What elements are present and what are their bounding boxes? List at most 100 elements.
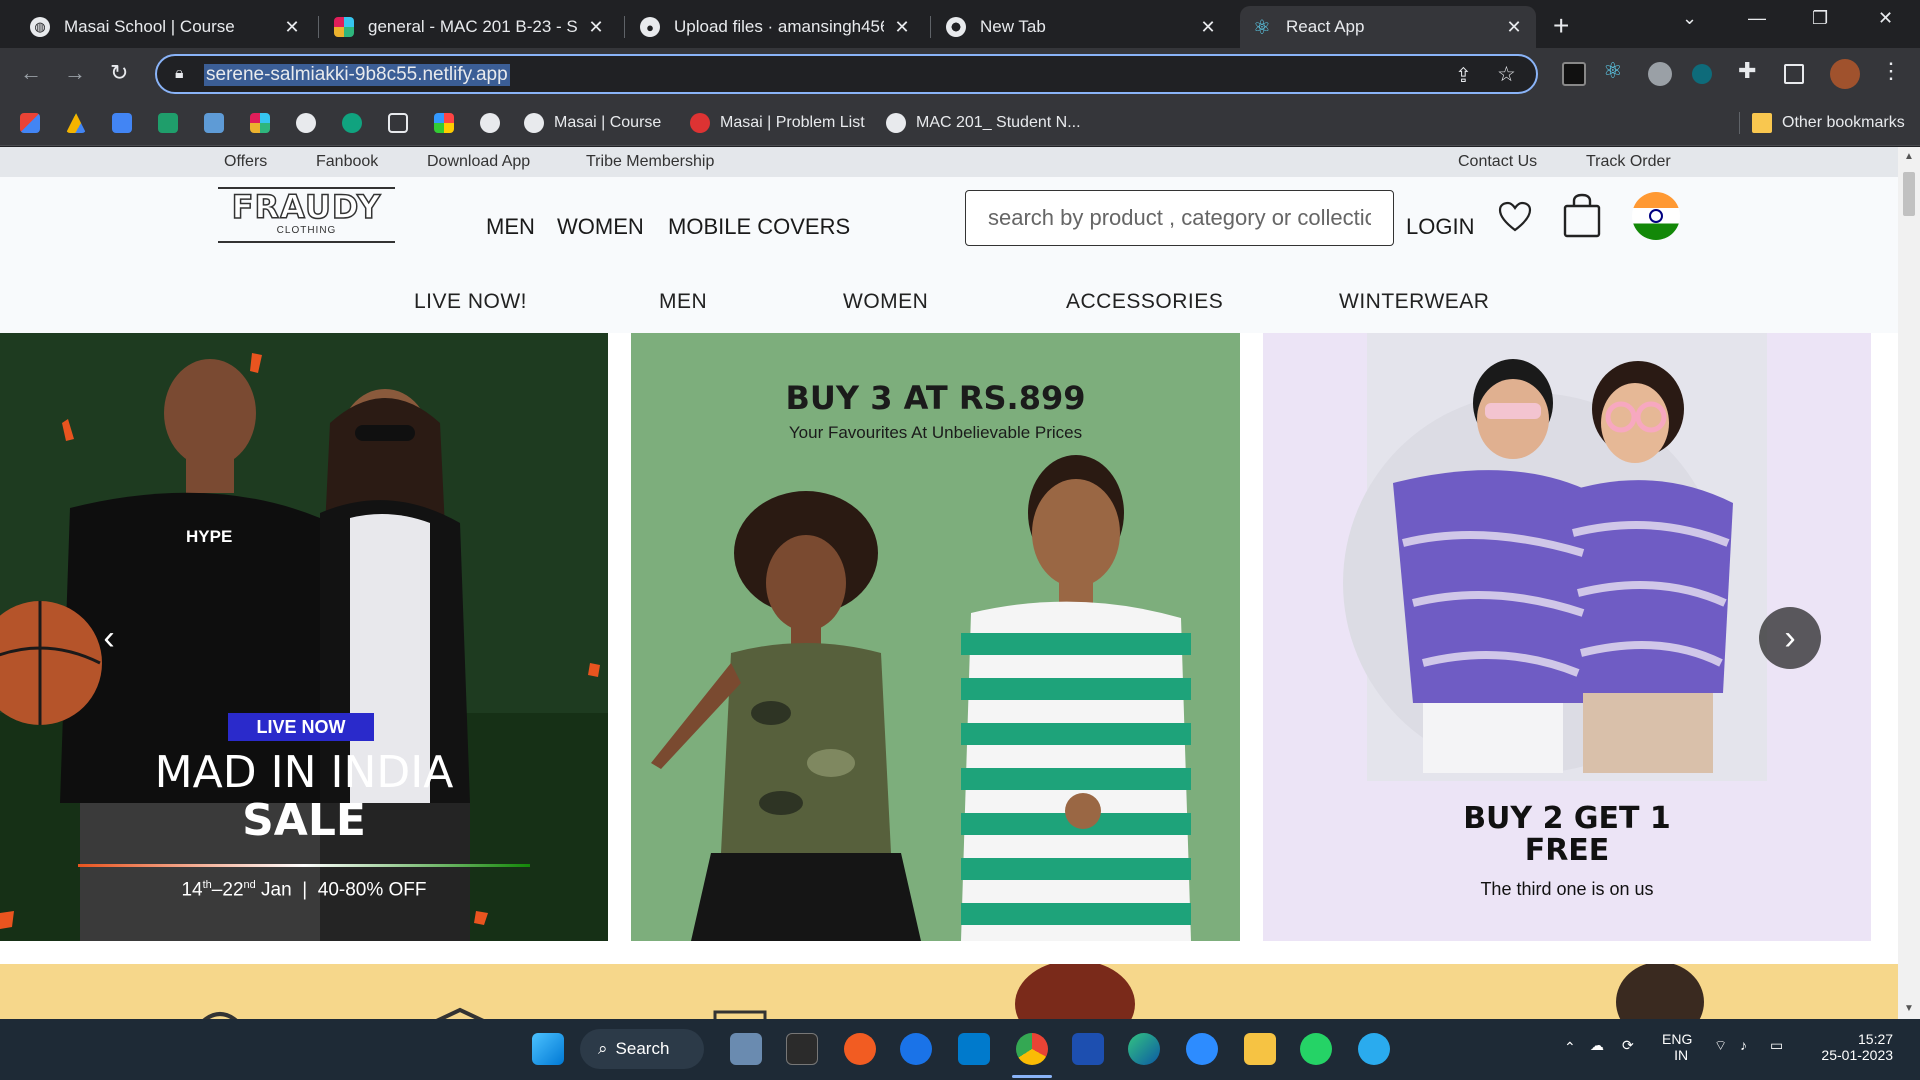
extension-icon[interactable]	[1692, 64, 1712, 84]
bookmark-masai-problem-list[interactable]: Masai | Problem List	[690, 111, 865, 135]
whatsapp-icon[interactable]	[1300, 1033, 1332, 1065]
postman-icon[interactable]	[844, 1033, 876, 1065]
category-women[interactable]: WOMEN	[843, 290, 928, 314]
offers-link[interactable]: Offers	[224, 153, 267, 171]
vscode-icon[interactable]	[958, 1033, 990, 1065]
chatgpt-icon[interactable]	[342, 113, 362, 133]
tab-new-tab[interactable]: New Tab ✕	[934, 6, 1230, 48]
m-app-icon[interactable]	[480, 113, 500, 133]
login-link[interactable]: LOGIN	[1406, 214, 1474, 240]
volume-icon[interactable]: ♪	[1740, 1037, 1747, 1053]
extension-picker-icon[interactable]	[1562, 62, 1586, 86]
header-nav-mobile-covers[interactable]: MOBILE COVERS	[668, 214, 850, 240]
tribe-membership-link[interactable]: Tribe Membership	[586, 153, 714, 171]
other-bookmarks[interactable]: Other bookmarks	[1752, 111, 1905, 135]
heart-icon[interactable]	[1498, 201, 1532, 233]
close-icon[interactable]: ✕	[892, 17, 912, 38]
category-live-now[interactable]: LIVE NOW!	[414, 290, 527, 314]
fanbook-link[interactable]: Fanbook	[316, 153, 378, 171]
sheets-icon[interactable]	[158, 113, 178, 133]
windows-start-icon[interactable]	[532, 1033, 564, 1065]
scrollbar-thumb[interactable]	[1903, 172, 1915, 216]
back-icon[interactable]: ←	[20, 60, 42, 86]
telegram-icon[interactable]	[1358, 1033, 1390, 1065]
window-close-icon[interactable]: ✕	[1878, 8, 1893, 29]
react-devtools-icon[interactable]: ⚛	[1603, 58, 1627, 83]
close-icon[interactable]: ✕	[586, 17, 606, 38]
contact-us-link[interactable]: Contact Us	[1458, 153, 1537, 171]
edge-icon[interactable]	[1128, 1033, 1160, 1065]
folder-icon[interactable]	[1244, 1033, 1276, 1065]
language-indicator[interactable]: ENG IN	[1662, 1031, 1692, 1063]
chrome-icon[interactable]	[1016, 1033, 1048, 1065]
track-order-link[interactable]: Track Order	[1586, 153, 1671, 171]
tab-react-app[interactable]: ⚛ React App ✕	[1240, 6, 1536, 48]
tab-github[interactable]: ● Upload files · amansingh456/sl ✕	[628, 6, 924, 48]
reload-icon[interactable]: ↻	[110, 60, 128, 86]
download-app-link[interactable]: Download App	[427, 153, 530, 171]
maps-icon[interactable]	[900, 1033, 932, 1065]
bookmark-app-icon[interactable]	[204, 113, 224, 133]
sync-icon[interactable]: ⟳	[1622, 1037, 1634, 1054]
category-men[interactable]: MEN	[659, 290, 707, 314]
zoom-icon[interactable]	[1186, 1033, 1218, 1065]
restore-icon[interactable]: ❐	[1812, 8, 1828, 29]
india-flag-icon[interactable]	[1632, 192, 1680, 240]
translate-icon[interactable]	[112, 113, 132, 133]
banner-buy-2-get-1[interactable]: BUY 2 GET 1 FREE The third one is on us …	[1263, 333, 1871, 941]
forward-icon[interactable]: →	[64, 60, 86, 86]
close-icon[interactable]: ✕	[1504, 17, 1524, 38]
url-text[interactable]: serene-salmiakki-9b8c55.netlify.app	[204, 64, 510, 86]
side-panel-icon[interactable]	[1784, 64, 1804, 84]
header-nav-women[interactable]: WOMEN	[557, 214, 644, 240]
page-scrollbar[interactable]: ▲ ▼	[1898, 147, 1920, 1019]
carousel-prev-button[interactable]: ‹	[78, 607, 140, 669]
tab-search-icon[interactable]: ⌄	[1682, 8, 1697, 29]
minimize-icon[interactable]: —	[1748, 8, 1766, 29]
tab-strip: ◍ Masai School | Course ✕ general - MAC …	[0, 0, 1920, 48]
battery-icon[interactable]: ▭	[1770, 1037, 1783, 1054]
slack-icon[interactable]	[250, 113, 270, 133]
tray-overflow-icon[interactable]: ⌃	[1564, 1039, 1576, 1056]
close-icon[interactable]: ✕	[282, 17, 302, 38]
new-tab-button[interactable]: +	[1553, 10, 1569, 42]
clock[interactable]: 15:27 25-01-2023	[1820, 1031, 1893, 1063]
header-nav-men[interactable]: MEN	[486, 214, 535, 240]
site-logo[interactable]: FRAUDY CLOTHING	[218, 187, 395, 243]
banner-mad-in-india[interactable]: HYPE LIVE NOW MAD IN INDIA SALE 14th–22n…	[0, 333, 608, 941]
site-header: FRAUDY CLOTHING MEN WOMEN MOBILE COVERS …	[0, 177, 1898, 273]
category-accessories[interactable]: ACCESSORIES	[1066, 290, 1223, 314]
github-icon[interactable]	[296, 113, 316, 133]
teams-icon[interactable]	[1072, 1033, 1104, 1065]
carousel-next-button[interactable]: ›	[1759, 607, 1821, 669]
star-icon[interactable]: ☆	[1497, 62, 1516, 87]
scroll-up-icon[interactable]: ▲	[1904, 151, 1914, 162]
wifi-icon[interactable]: ⌔	[1714, 1037, 1727, 1055]
banner-buy-3[interactable]: BUY 3 AT RS.899 Your Favourites At Unbel…	[631, 333, 1240, 941]
scroll-down-icon[interactable]: ▼	[1904, 1003, 1914, 1014]
lock-icon[interactable]: 🔒︎	[175, 65, 184, 83]
close-icon[interactable]: ✕	[1198, 17, 1218, 38]
tab-slack[interactable]: general - MAC 201 B-23 - Slack ✕	[322, 6, 618, 48]
menu-icon[interactable]: ⋮	[1880, 58, 1904, 83]
tab-masai-course[interactable]: ◍ Masai School | Course ✕	[18, 6, 314, 48]
share-icon[interactable]: ⇪	[1455, 63, 1472, 88]
onedrive-icon[interactable]: ☁	[1590, 1037, 1604, 1054]
search-input[interactable]	[965, 190, 1394, 246]
colorful-app-icon[interactable]	[434, 113, 454, 133]
grammarly-icon[interactable]	[1648, 62, 1672, 86]
avatar[interactable]	[1830, 59, 1860, 89]
address-bar[interactable]: 🔒︎ serene-salmiakki-9b8c55.netlify.app ⇪…	[155, 54, 1538, 94]
terminal-icon[interactable]	[786, 1033, 818, 1065]
category-winterwear[interactable]: WINTERWEAR	[1339, 290, 1489, 314]
tab-title: general - MAC 201 B-23 - Slack	[368, 17, 578, 36]
gmail-icon[interactable]	[20, 113, 40, 133]
bookmark-masai-course[interactable]: Masai | Course	[524, 111, 661, 135]
puzzle-icon[interactable]: ✚	[1738, 58, 1762, 83]
drive-icon[interactable]	[66, 113, 86, 133]
square-icon[interactable]	[388, 113, 408, 133]
bookmark-mac201-student[interactable]: MAC 201_ Student N...	[886, 111, 1081, 135]
taskbar-search[interactable]: ⌕ Search	[580, 1029, 704, 1069]
file-explorer-alt-icon[interactable]	[730, 1033, 762, 1065]
bag-icon[interactable]	[1562, 193, 1602, 239]
